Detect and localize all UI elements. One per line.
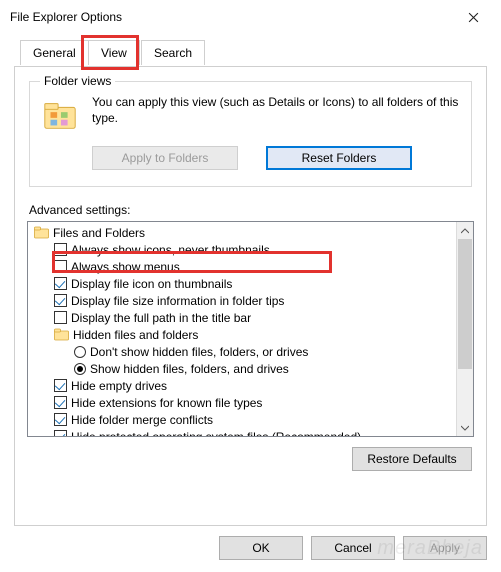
folder-icon xyxy=(40,94,80,136)
folder-icon xyxy=(54,328,69,341)
advanced-settings-tree: Files and Folders Always show icons, nev… xyxy=(27,221,474,437)
checkbox-icon[interactable] xyxy=(54,260,67,273)
scroll-up-button[interactable] xyxy=(457,222,473,239)
apply-to-folders-button: Apply to Folders xyxy=(92,146,238,170)
tab-general[interactable]: General xyxy=(20,40,89,65)
chevron-down-icon xyxy=(461,425,469,431)
tab-view[interactable]: View xyxy=(88,40,140,65)
tree-item[interactable]: Display file size information in folder … xyxy=(28,292,456,309)
folder-views-group: Folder views You can apply this view (su… xyxy=(29,81,472,187)
tree-content: Files and Folders Always show icons, nev… xyxy=(28,222,456,436)
folder-views-description: You can apply this view (such as Details… xyxy=(92,94,461,136)
checkbox-icon[interactable] xyxy=(54,379,67,392)
dialog-buttons: OK Cancel Apply xyxy=(219,536,487,560)
tree-item[interactable]: Show hidden files, folders, and drives xyxy=(28,360,456,377)
close-button[interactable] xyxy=(451,3,495,31)
checkbox-icon[interactable] xyxy=(54,396,67,409)
checkbox-icon[interactable] xyxy=(54,277,67,290)
titlebar: File Explorer Options xyxy=(0,0,501,34)
scroll-down-button[interactable] xyxy=(457,419,473,436)
view-panel: Folder views You can apply this view (su… xyxy=(14,66,487,526)
checkbox-icon[interactable] xyxy=(54,243,67,256)
tree-item[interactable]: Hide folder merge conflicts xyxy=(28,411,456,428)
restore-defaults-button[interactable]: Restore Defaults xyxy=(352,447,472,471)
tree-item[interactable]: Don't show hidden files, folders, or dri… xyxy=(28,343,456,360)
tree-item-label: Hide folder merge conflicts xyxy=(71,413,213,427)
tree-item[interactable]: Display file icon on thumbnails xyxy=(28,275,456,292)
window-title: File Explorer Options xyxy=(10,10,451,24)
radio-icon[interactable] xyxy=(74,363,86,375)
checkbox-icon[interactable] xyxy=(54,430,67,436)
tree-item-label: Display the full path in the title bar xyxy=(71,311,251,325)
tree-item-label: Don't show hidden files, folders, or dri… xyxy=(90,345,308,359)
vertical-scrollbar[interactable] xyxy=(456,222,473,436)
chevron-up-icon xyxy=(461,228,469,234)
tree-item-label: Always show icons, never thumbnails xyxy=(71,243,270,257)
checkbox-icon[interactable] xyxy=(54,413,67,426)
scroll-thumb[interactable] xyxy=(458,239,472,369)
tree-item[interactable]: Hide protected operating system files (R… xyxy=(28,428,456,436)
folder-views-title: Folder views xyxy=(40,74,115,88)
tree-item-label: Hidden files and folders xyxy=(73,328,198,342)
radio-icon[interactable] xyxy=(74,346,86,358)
advanced-settings-label: Advanced settings: xyxy=(29,203,472,217)
tree-item[interactable]: Always show menus xyxy=(28,258,456,275)
tree-item[interactable]: Always show icons, never thumbnails xyxy=(28,241,456,258)
options-dialog: File Explorer Options General View Searc… xyxy=(0,0,501,572)
tree-item-label: Display file size information in folder … xyxy=(71,294,284,308)
folder-icon xyxy=(34,226,49,239)
checkbox-icon[interactable] xyxy=(54,294,67,307)
tab-search[interactable]: Search xyxy=(141,40,205,65)
reset-folders-button[interactable]: Reset Folders xyxy=(266,146,412,170)
tree-item[interactable]: Display the full path in the title bar xyxy=(28,309,456,326)
checkbox-icon[interactable] xyxy=(54,311,67,324)
tree-item[interactable]: Hide empty drives xyxy=(28,377,456,394)
tree-item-label: Show hidden files, folders, and drives xyxy=(90,362,289,376)
tree-item-label: Hide protected operating system files (R… xyxy=(71,430,361,437)
tree-item-label: Display file icon on thumbnails xyxy=(71,277,232,291)
apply-button: Apply xyxy=(403,536,487,560)
tree-subfolder[interactable]: Hidden files and folders xyxy=(28,326,456,343)
ok-button[interactable]: OK xyxy=(219,536,303,560)
tree-item[interactable]: Hide extensions for known file types xyxy=(28,394,456,411)
cancel-button[interactable]: Cancel xyxy=(311,536,395,560)
tab-bar: General View Search xyxy=(14,40,487,66)
tree-item-label: Hide extensions for known file types xyxy=(71,396,262,410)
tree-item-label: Always show menus xyxy=(71,260,180,274)
close-icon xyxy=(468,12,479,23)
tree-root[interactable]: Files and Folders xyxy=(28,224,456,241)
tree-root-label: Files and Folders xyxy=(53,226,145,240)
tree-item-label: Hide empty drives xyxy=(71,379,167,393)
